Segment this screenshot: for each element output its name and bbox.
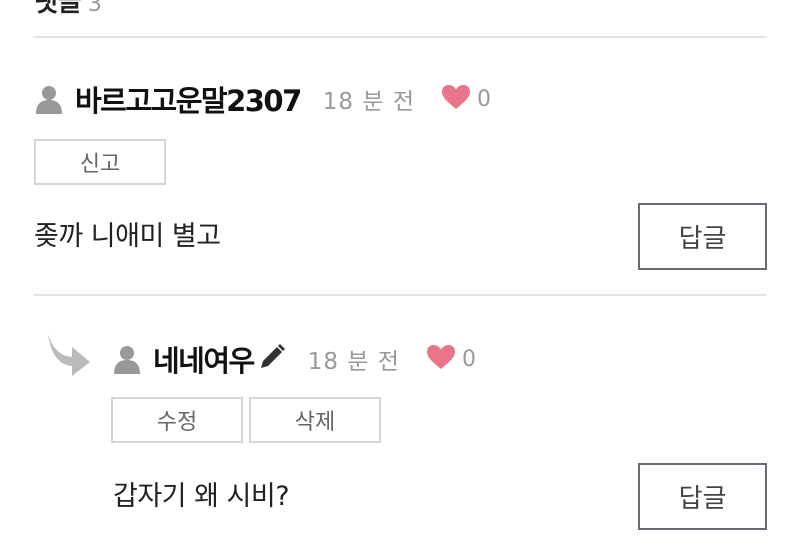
comment-text: 갑자기 왜 시비? <box>113 481 290 512</box>
comment-username[interactable]: 네네여우 <box>153 338 255 380</box>
user-icon <box>112 344 142 374</box>
heart-icon[interactable] <box>441 84 471 114</box>
delete-button[interactable]: 삭제 <box>249 397 381 443</box>
edit-button[interactable]: 수정 <box>111 397 243 443</box>
reply-button[interactable]: 답글 <box>638 463 767 530</box>
comment-username[interactable]: 바르고고운말2307 <box>75 78 302 120</box>
comment-text: 좆까 니애미 별고 <box>34 221 221 252</box>
report-button[interactable]: 신고 <box>34 139 166 185</box>
divider <box>33 294 767 296</box>
like-count: 0 <box>461 346 476 372</box>
comments-title: 댓글 <box>34 0 82 18</box>
heart-icon[interactable] <box>426 344 456 374</box>
divider <box>33 36 767 38</box>
reply-button[interactable]: 답글 <box>638 203 767 270</box>
comments-count: 3 <box>87 0 102 17</box>
comment-header: 바르고고운말2307 18 분 전 0 <box>34 78 491 120</box>
reply-arrow-icon <box>44 332 92 380</box>
user-icon <box>34 84 64 114</box>
comment-header: 네네여우 18 분 전 0 <box>112 338 476 380</box>
comment-time: 18 분 전 <box>307 349 400 375</box>
pencil-icon <box>258 343 286 375</box>
comment-time: 18 분 전 <box>322 89 416 115</box>
like-count: 0 <box>477 86 492 112</box>
comments-header: 댓글 3 <box>34 0 102 19</box>
